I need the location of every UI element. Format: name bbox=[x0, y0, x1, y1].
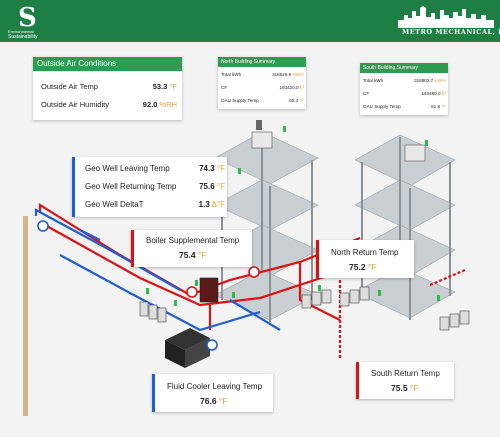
north-return-temp-card: North Return Temp 75.2 °F bbox=[316, 240, 414, 278]
logo-text: METRO MECHANICAL, INC. bbox=[402, 28, 500, 36]
south-building-summary-card: South Building Summary Total kWh 316802.… bbox=[360, 63, 448, 115]
boiler-supplemental-temp-card: Boiler Supplemental Temp 75.4 °F bbox=[131, 230, 252, 267]
cf-label: CF bbox=[221, 85, 228, 90]
total-kwh-value: 316802.7 kWHr bbox=[414, 78, 446, 83]
outside-air-humidity-value: 92.0 %RH bbox=[142, 100, 177, 109]
oau-supply-temp-value: 55.4 °F bbox=[289, 98, 304, 103]
fluid-cooler-leaving-temp-card: Fluid Cooler Leaving Temp 76.6 °F bbox=[152, 374, 273, 412]
outside-air-temp-label: Outside Air Temp bbox=[41, 82, 98, 91]
fluid-cooler-icon bbox=[165, 328, 210, 368]
south-return-temp-card: South Return Temp 75.5 °F bbox=[356, 362, 454, 399]
cf-label: CF bbox=[363, 91, 370, 96]
card-title: North Building Summary bbox=[218, 57, 306, 67]
boiler-supplemental-value: 75.4 °F bbox=[179, 250, 207, 260]
building-south bbox=[354, 134, 456, 320]
rooftop-unit-icon bbox=[404, 144, 426, 162]
fluid-cooler-value: 76.6 °F bbox=[200, 396, 228, 406]
geo-well-leaving-value: 74.3 °F bbox=[199, 164, 225, 173]
skyline-icon bbox=[398, 6, 494, 28]
sustainability-logo: S Environmental Sustainability bbox=[6, 4, 66, 40]
logo-mark: S bbox=[18, 3, 37, 33]
card-title: South Building Summary bbox=[360, 63, 448, 73]
cf-value: 140480.0 ft³ bbox=[421, 91, 446, 96]
geo-well-pipe bbox=[23, 216, 28, 416]
boiler-supplemental-label: Boiler Supplemental Temp bbox=[146, 236, 240, 245]
boiler-icon bbox=[199, 277, 219, 303]
outside-air-humidity-label: Outside Air Humidity bbox=[41, 100, 109, 109]
geo-well-deltat-value: 1.3 Δ°F bbox=[198, 200, 225, 209]
header-bar: S Environmental Sustainability METRO MEC… bbox=[0, 0, 500, 42]
total-kwh-label: Total kWh bbox=[221, 72, 242, 77]
geo-well-returning-value: 75.6 °F bbox=[199, 182, 225, 191]
metro-mechanical-logo: METRO MECHANICAL, INC. bbox=[398, 6, 500, 38]
total-kwh-label: Total kWh bbox=[363, 78, 384, 83]
outside-air-conditions-card: Outside Air Conditions Outside Air Temp … bbox=[33, 57, 182, 120]
geo-well-card: Geo Well Leaving Temp 74.3 °F Geo Well R… bbox=[72, 157, 227, 217]
card-title: Outside Air Conditions bbox=[33, 57, 182, 71]
rooftop-unit-icon bbox=[251, 131, 273, 149]
logo-line-2: Sustainability bbox=[8, 34, 38, 40]
oau-supply-temp-value: 61.8 °F bbox=[431, 104, 446, 109]
oau-supply-temp-label: OAU Supply Temp bbox=[363, 104, 401, 109]
south-return-label: South Return Temp bbox=[371, 369, 440, 378]
geo-well-leaving-label: Geo Well Leaving Temp bbox=[85, 164, 170, 173]
building-north bbox=[214, 120, 319, 322]
south-return-value: 75.5 °F bbox=[391, 383, 419, 393]
outside-air-temp-value: 53.3 °F bbox=[152, 82, 177, 91]
fluid-cooler-label: Fluid Cooler Leaving Temp bbox=[167, 382, 263, 391]
cf-value: 193420.0 ft³ bbox=[279, 85, 304, 90]
exhaust-stack-icon bbox=[256, 120, 262, 130]
geo-well-deltat-label: Geo Well DeltaT bbox=[85, 200, 144, 209]
geo-well-returning-label: Geo Well Returning Temp bbox=[85, 182, 177, 191]
oau-supply-temp-label: OAU Supply Temp bbox=[221, 98, 259, 103]
north-return-label: North Return Temp bbox=[331, 248, 399, 257]
north-building-summary-card: North Building Summary Total kWh 318525.… bbox=[218, 57, 306, 109]
north-return-value: 75.2 °F bbox=[349, 262, 377, 272]
total-kwh-value: 318525.9 kWHr bbox=[272, 72, 304, 77]
